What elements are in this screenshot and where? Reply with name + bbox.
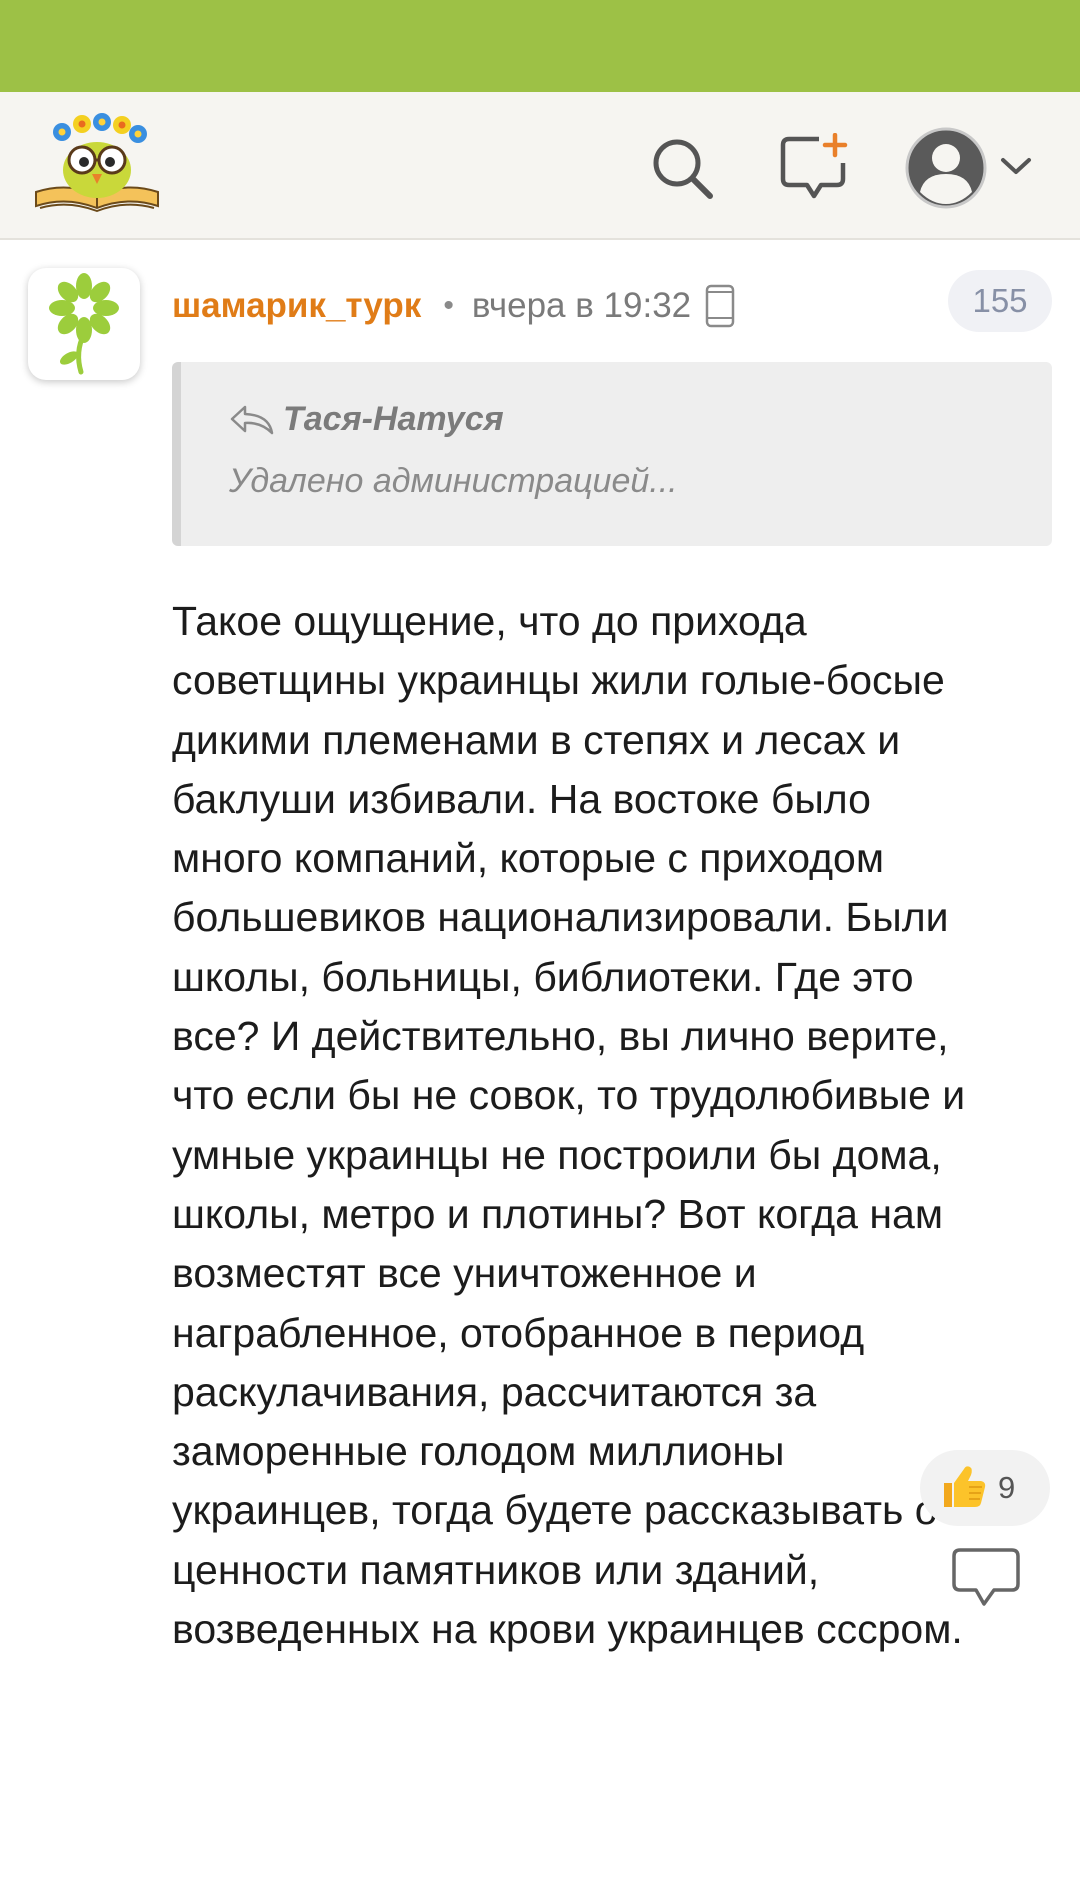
comment-line: награбленное, отобранное в период [172, 1309, 865, 1356]
quote-text: Удалено администрацией... [229, 462, 678, 500]
user-avatar-icon [905, 127, 987, 209]
owl-on-book-logo[interactable] [32, 112, 162, 220]
like-count: 9 [998, 1470, 1016, 1505]
profile-menu-button[interactable] [994, 144, 1038, 188]
reply-arrow-icon [229, 403, 275, 437]
comment-body: Такое ощущение, что до прихода советщины… [172, 592, 1052, 1659]
comment-line: умные украинцы не построили бы дома, [172, 1131, 942, 1178]
speech-bubble-icon [952, 1548, 1020, 1606]
search-button[interactable] [644, 130, 720, 206]
status-bar [0, 0, 1080, 92]
flower-avatar-icon [49, 273, 119, 375]
comment-line: школы, метро и плотины? Вот когда нам [172, 1190, 944, 1237]
like-button[interactable]: 9 [920, 1450, 1050, 1526]
comment-line: ценности памятников или зданий, [172, 1546, 820, 1593]
comment-time: вчера в 19:32 [471, 286, 692, 325]
comment-line: школы, больницы, библиотеки. Где это [172, 953, 914, 1000]
thumbs-up-icon [938, 1461, 988, 1516]
app-header [0, 92, 1080, 240]
comment-line: заморенные голодом миллионы [172, 1428, 785, 1475]
chevron-down-icon [1001, 158, 1031, 174]
search-icon [653, 139, 713, 199]
comment-line: возведенных на крови украинцев сссром. [172, 1606, 963, 1653]
comment-line: возместят все уничтоженное и [172, 1250, 757, 1297]
quote-author: Тася-Натуся [283, 400, 504, 438]
comment-line: Такое ощущение, что до прихода [172, 598, 807, 644]
comment-meta: шамарик_турк • вчера в 19:32 [172, 282, 735, 330]
comment-line: дикими племенами в степях и лесах и [172, 716, 901, 763]
new-message-button[interactable] [776, 130, 852, 206]
comment-line: большевиков национализировали. Были [172, 894, 949, 941]
comment-count-badge[interactable]: 155 [948, 270, 1052, 332]
author-avatar[interactable] [28, 268, 140, 380]
quoted-reply[interactable]: Тася-Натуся Удалено администрацией... [172, 362, 1052, 546]
comment-line: много компаний, которые с приходом [172, 835, 885, 882]
profile-button[interactable] [900, 122, 992, 214]
comment-line: баклуши избивали. На востоке было [172, 775, 871, 822]
comment-line: советщины украинцы жили голые-босые [172, 657, 945, 704]
reply-button[interactable] [950, 1546, 1022, 1610]
comment-line: что если бы не совок, то трудолюбивые и [172, 1072, 966, 1119]
phone-icon [705, 284, 735, 328]
quote-author-row: Тася-Натуся [229, 400, 504, 439]
new-message-icon [780, 133, 848, 199]
author-name[interactable]: шамарик_турк [172, 286, 421, 326]
comment-line: все? И действительно, вы лично верите, [172, 1013, 949, 1060]
meta-separator: • [443, 289, 454, 322]
comment-line: раскулачивания, рассчитаются за [172, 1368, 817, 1415]
